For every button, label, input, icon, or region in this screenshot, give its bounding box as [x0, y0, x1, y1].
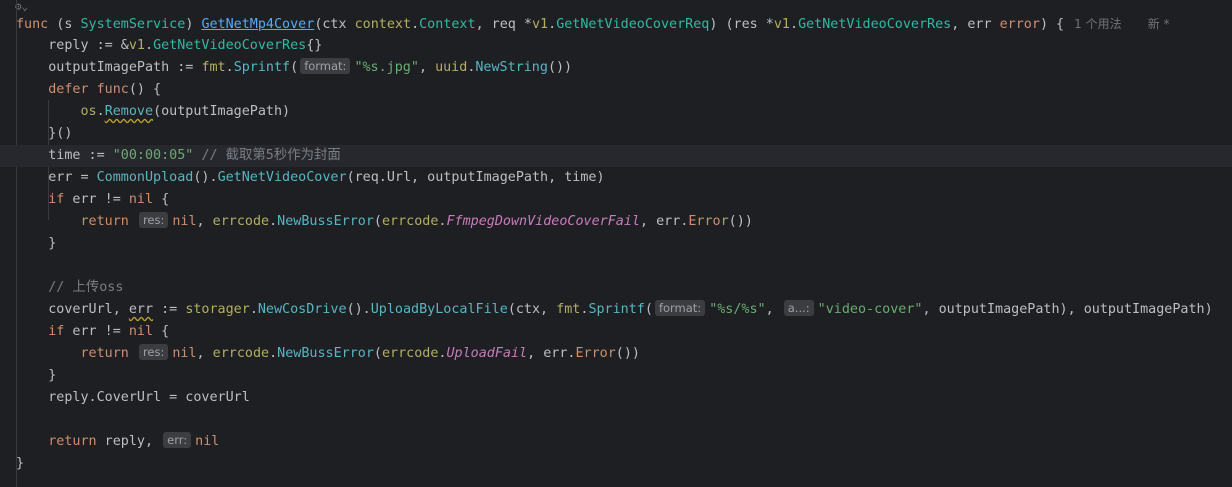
code-line[interactable]: return reply, err: nil	[16, 431, 1232, 453]
param-hint: res:	[138, 212, 169, 228]
code-line[interactable]: if err != nil {	[16, 321, 1232, 343]
code-line[interactable]: if err != nil {	[16, 189, 1232, 211]
code-line[interactable]: os.Remove(outputImagePath)	[16, 101, 1232, 123]
comment: // 上传oss	[48, 280, 124, 295]
code-line[interactable]: defer func() {	[16, 79, 1232, 101]
param-hint: format:	[654, 300, 706, 316]
code-line[interactable]: }	[16, 233, 1232, 255]
code-editor[interactable]: ⚙⌄ func (s SystemService) GetNetMp4Cover…	[0, 0, 1232, 487]
code-line[interactable]: return res: nil, errcode.NewBussError(err…	[16, 211, 1232, 233]
code-line[interactable]: outputImagePath := fmt.Sprintf(format: "%…	[16, 57, 1232, 79]
param-hint: a...:	[783, 300, 814, 316]
code-line[interactable]: }	[16, 365, 1232, 387]
usages-link[interactable]: 1 个用法	[1074, 17, 1121, 31]
code-line[interactable]: err = CommonUpload().GetNetVideoCover(re…	[16, 167, 1232, 189]
code-line[interactable]: func (s SystemService) GetNetMp4Cover(ct…	[16, 13, 1232, 35]
param-hint: res:	[138, 344, 169, 360]
param-hint: format:	[300, 58, 351, 74]
code-line[interactable]: coverUrl, err := storager.NewCosDrive().…	[16, 299, 1232, 321]
code-line[interactable]: reply.CoverUrl = coverUrl	[16, 387, 1232, 409]
param-hint: err:	[163, 432, 192, 448]
code-line[interactable]: return res: nil, errcode.NewBussError(err…	[16, 343, 1232, 365]
code-line[interactable]: }	[16, 453, 1232, 475]
code-line-current[interactable]: time := "00:00:05" // 截取第5秒作为封面	[0, 145, 1232, 167]
gutter	[0, 0, 14, 487]
code-line[interactable]: // 上传oss	[16, 277, 1232, 299]
comment: // 截取第5秒作为封面	[201, 148, 341, 163]
code-line[interactable]: reply := &v1.GetNetVideoCoverRes{}	[16, 35, 1232, 57]
new-badge: 新 *	[1147, 17, 1170, 31]
code-line[interactable]: }()	[16, 123, 1232, 145]
